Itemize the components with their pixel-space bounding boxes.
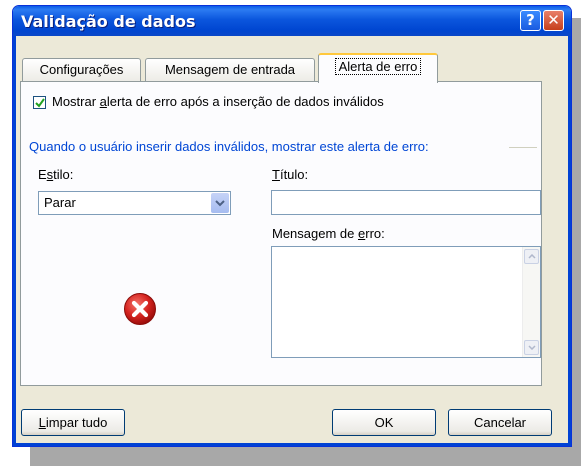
group-divider xyxy=(509,147,537,148)
title-input[interactable] xyxy=(271,190,541,215)
title-bar[interactable]: Validação de dados ? ✕ xyxy=(13,6,571,36)
tab-mensagem-de-entrada[interactable]: Mensagem de entrada xyxy=(145,58,315,82)
style-select[interactable]: Parar xyxy=(38,191,231,215)
scroll-up-button[interactable] xyxy=(524,249,539,264)
window-frame-bottom xyxy=(13,443,571,446)
window-frame-left xyxy=(13,36,16,446)
title-label: Título: xyxy=(272,167,309,182)
window-title: Validação de dados xyxy=(21,12,196,31)
tab-alerta-de-erro[interactable]: Alerta de erro xyxy=(318,53,438,83)
chevron-down-icon xyxy=(215,200,225,207)
chevron-up-icon xyxy=(528,254,536,259)
tab-configuracoes[interactable]: Configurações xyxy=(22,58,141,82)
window-frame-right xyxy=(568,36,571,446)
style-label: Estilo: xyxy=(38,167,74,182)
close-button[interactable]: ✕ xyxy=(543,10,564,31)
error-message-textarea[interactable] xyxy=(271,246,541,358)
checkmark-icon xyxy=(35,98,45,108)
show-error-alert-checkbox[interactable] xyxy=(33,96,46,109)
message-scrollbar[interactable] xyxy=(522,247,540,357)
chevron-down-icon xyxy=(528,345,536,350)
error-x-circle-icon xyxy=(124,293,156,325)
style-select-value: Parar xyxy=(44,195,76,210)
clear-all-button[interactable]: Limpar tudo xyxy=(21,409,125,436)
scroll-down-button[interactable] xyxy=(524,340,539,355)
tab-alerta-de-erro-label: Alerta de erro xyxy=(334,58,422,75)
ok-button[interactable]: OK xyxy=(332,409,436,436)
message-label: Mensagem de erro: xyxy=(272,226,385,241)
group-title: Quando o usuário inserir dados inválidos… xyxy=(29,139,429,154)
dropdown-button[interactable] xyxy=(211,193,229,213)
help-button[interactable]: ? xyxy=(520,10,541,31)
show-error-alert-label[interactable]: Mostrar alerta de erro após a inserção d… xyxy=(52,94,384,109)
cancel-button[interactable]: Cancelar xyxy=(448,409,552,436)
